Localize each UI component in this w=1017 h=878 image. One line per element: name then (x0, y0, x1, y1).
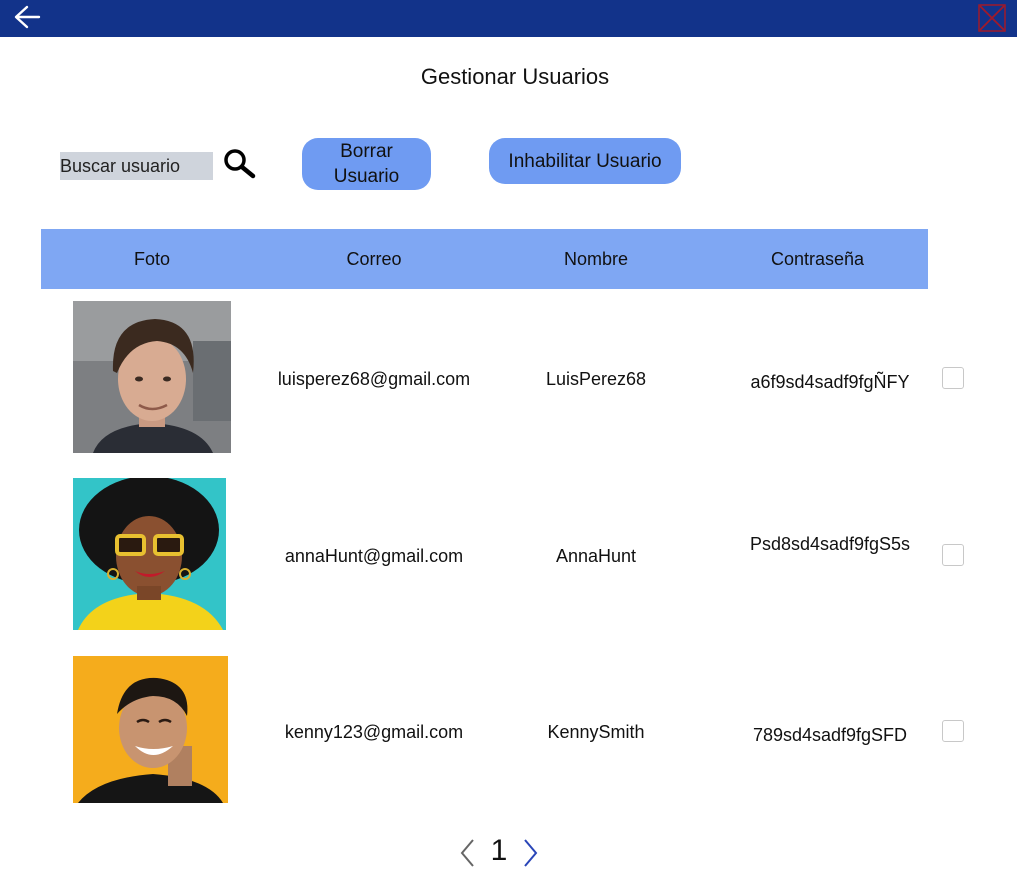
user-email: annaHunt@gmail.com (284, 546, 464, 566)
row-select-checkbox[interactable] (942, 544, 964, 566)
column-header-email: Correo (346, 249, 402, 269)
column-header-photo: Foto (133, 249, 171, 269)
disable-user-button[interactable]: Inhabilitar Usuario (489, 138, 681, 184)
delete-user-label-line1: Borrar (340, 141, 393, 162)
chevron-right-icon[interactable] (521, 838, 541, 868)
table-row: luisperez68@gmail.com LuisPerez68 a6f9sd… (0, 301, 1017, 461)
current-page-number: 1 (490, 834, 508, 867)
user-photo (73, 478, 226, 630)
close-x-icon[interactable] (978, 4, 1006, 32)
table-row: annaHunt@gmail.com AnnaHunt Psd8sd4sadf9… (0, 478, 1017, 638)
table-row: kenny123@gmail.com KennySmith 789sd4sadf… (0, 656, 1017, 816)
user-email: kenny123@gmail.com (284, 722, 464, 742)
chevron-left-icon[interactable] (458, 838, 478, 868)
user-email: luisperez68@gmail.com (277, 369, 471, 389)
search-input[interactable] (60, 152, 213, 180)
table-header: Foto Correo Nombre Contraseña (41, 229, 928, 289)
column-header-name: Nombre (563, 249, 629, 269)
delete-user-button[interactable]: Borrar Usuario (302, 138, 431, 190)
row-select-checkbox[interactable] (942, 367, 964, 389)
delete-user-label-line2: Usuario (333, 166, 400, 187)
user-password: a6f9sd4sadf9fgÑFY (750, 372, 910, 392)
user-password: Psd8sd4sadf9fgS5s (749, 534, 911, 554)
user-photo (73, 656, 228, 803)
search-icon[interactable] (222, 147, 256, 179)
user-password: 789sd4sadf9fgSFD (752, 725, 908, 745)
arrow-left-icon[interactable] (12, 4, 42, 30)
row-select-checkbox[interactable] (942, 720, 964, 742)
column-header-password: Contraseña (770, 249, 865, 269)
top-bar (0, 0, 1017, 37)
user-photo (73, 301, 231, 453)
page-title: Gestionar Usuarios (420, 64, 610, 89)
user-name: AnnaHunt (555, 546, 637, 566)
user-name: KennySmith (547, 722, 645, 742)
user-name: LuisPerez68 (545, 369, 647, 389)
